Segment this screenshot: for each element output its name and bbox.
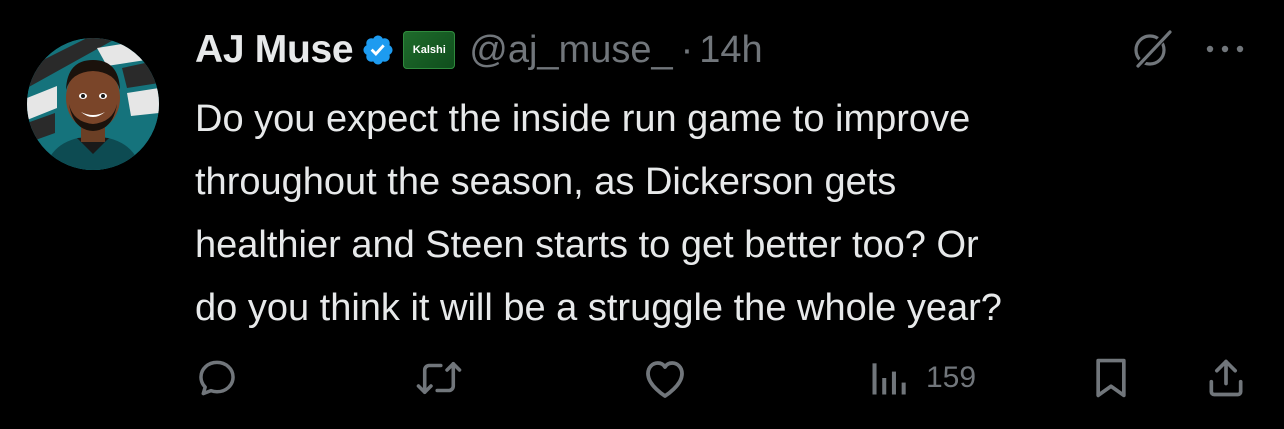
more-icon[interactable]: [1200, 34, 1250, 64]
views-button[interactable]: 159: [866, 356, 976, 400]
retweet-icon: [416, 361, 462, 395]
views-icon: [872, 363, 906, 395]
tweet-text: Do you expect the inside run game to imp…: [195, 98, 1002, 329]
timestamp[interactable]: 14h: [699, 29, 762, 72]
avatar-illustration: [27, 38, 159, 170]
tweet-header: AJ Muse Kalshi @aj_muse_ · 14h: [195, 22, 763, 78]
share-icon: [1209, 359, 1243, 397]
display-name[interactable]: AJ Muse: [195, 28, 354, 72]
grok-icon[interactable]: [1130, 26, 1174, 70]
separator-dot: ·: [680, 28, 694, 71]
avatar[interactable]: [27, 38, 159, 170]
retweet-button[interactable]: [414, 356, 464, 400]
like-button[interactable]: [641, 356, 689, 400]
views-count: 159: [926, 361, 977, 394]
like-icon: [646, 361, 684, 398]
verified-badge-icon[interactable]: [361, 33, 395, 67]
bookmark-icon: [1096, 358, 1126, 398]
user-handle[interactable]: @aj_muse_: [469, 29, 672, 72]
tweet[interactable]: AJ Muse Kalshi @aj_muse_ · 14h Do you ex…: [0, 0, 1284, 429]
share-button[interactable]: [1203, 356, 1249, 400]
reply-button[interactable]: [194, 356, 240, 400]
bookmark-button[interactable]: [1090, 356, 1132, 400]
reply-icon: [199, 360, 235, 396]
affiliate-badge[interactable]: Kalshi: [403, 31, 456, 69]
